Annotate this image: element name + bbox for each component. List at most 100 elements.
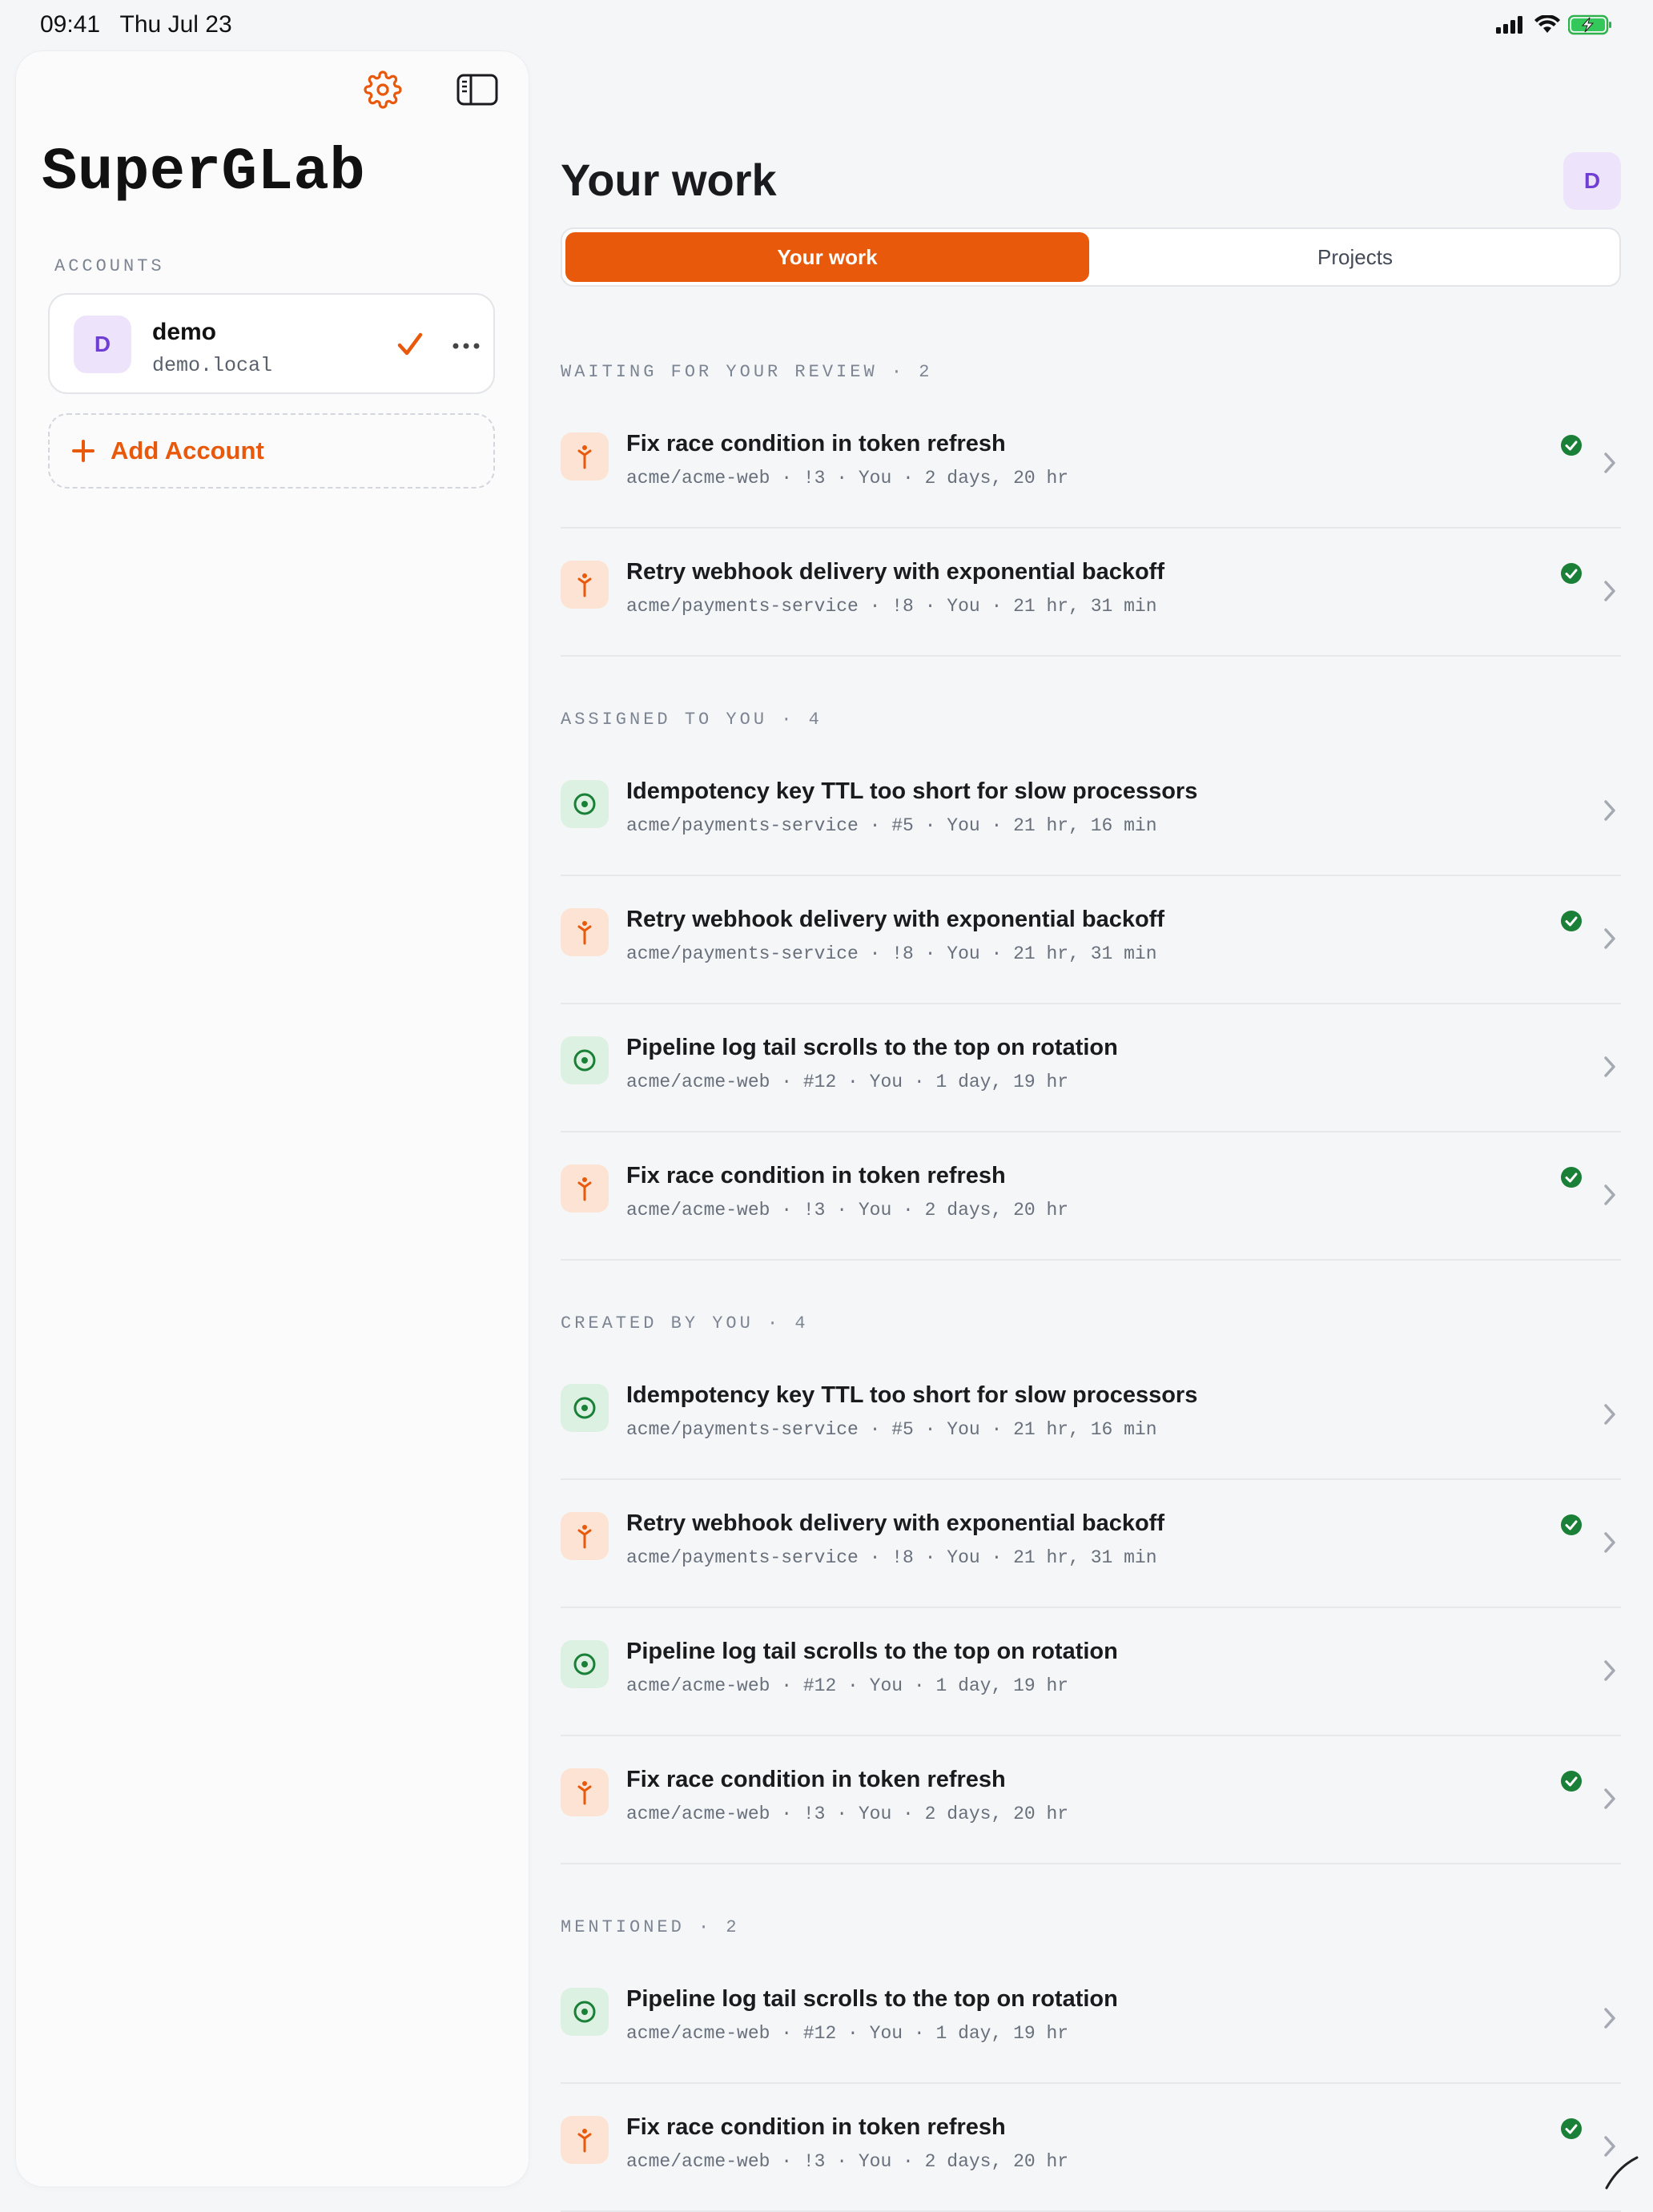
row-chevron [1602, 1658, 1618, 1683]
list-item[interactable]: Pipeline log tail scrolls to the top on … [561, 1004, 1621, 1132]
item-title: Retry webhook delivery with exponential … [626, 559, 1164, 585]
row-chevron [1602, 798, 1618, 823]
item-meta: acme/acme-web · !3 · You · 2 days, 20 hr [626, 468, 1069, 489]
item-title: Fix race condition in token refresh [626, 1767, 1006, 1792]
pipeline-passed-icon [1561, 1771, 1582, 1792]
list-item[interactable]: Retry webhook delivery with exponential … [561, 1480, 1621, 1608]
list-item[interactable]: Retry webhook delivery with exponential … [561, 529, 1621, 657]
pipeline-passed-icon [1561, 1167, 1582, 1188]
item-meta: acme/payments-service · !8 · You · 21 hr… [626, 1547, 1157, 1568]
status-bar: 09:41 Thu Jul 23 [0, 0, 1653, 50]
row-chevron [1602, 926, 1618, 951]
account-host: demo.local [152, 354, 273, 377]
list-item[interactable]: Pipeline log tail scrolls to the top on … [561, 1956, 1621, 2084]
row-chevron [1602, 1182, 1618, 1208]
battery-charging-icon [1568, 14, 1611, 35]
chevron-right-icon [1604, 928, 1615, 949]
issue-badge [561, 780, 609, 828]
chevron-right-icon [1604, 1056, 1615, 1077]
status-date: Thu Jul 23 [119, 11, 232, 38]
row-chevron [1602, 2005, 1618, 2031]
chevron-right-icon [1604, 1532, 1615, 1553]
sidebar-toggle-icon [456, 74, 498, 106]
pipeline-passed-icon [1561, 563, 1582, 584]
item-meta: acme/payments-service · #5 · You · 21 hr… [626, 1419, 1157, 1440]
list-item[interactable]: Idempotency key TTL too short for slow p… [561, 1352, 1621, 1480]
chevron-right-icon [1604, 800, 1615, 821]
corner-grabber-icon [1605, 2156, 1639, 2190]
chevron-right-icon [1604, 1788, 1615, 1809]
settings-button[interactable] [359, 66, 407, 114]
merge-request-icon [577, 1781, 592, 1805]
item-meta: acme/acme-web · #12 · You · 1 day, 19 hr [626, 1072, 1069, 1092]
merge-request-badge [561, 1768, 609, 1816]
row-chevron [1602, 1402, 1618, 1427]
add-account-label: Add Account [111, 436, 264, 465]
segment-your-work[interactable]: Your work [565, 232, 1089, 282]
chevron-right-icon [1604, 2008, 1615, 2029]
list-item[interactable]: Retry webhook delivery with exponential … [561, 876, 1621, 1004]
issue-open-icon [573, 2001, 596, 2023]
list-item[interactable]: Fix race condition in token refresh acme/… [561, 1736, 1621, 1864]
account-card[interactable]: D demo demo.local [48, 293, 495, 394]
status-time-date: 09:41 Thu Jul 23 [40, 11, 232, 38]
pipeline-status [1560, 1166, 1583, 1188]
cellular-signal-icon [1496, 16, 1522, 34]
item-title: Pipeline log tail scrolls to the top on … [626, 1639, 1118, 1664]
chevron-right-icon [1604, 1660, 1615, 1681]
ellipsis-icon [452, 343, 480, 349]
item-title: Idempotency key TTL too short for slow p… [626, 1382, 1198, 1408]
item-meta: acme/acme-web · !3 · You · 2 days, 20 hr [626, 1200, 1069, 1221]
chevron-right-icon [1604, 1184, 1615, 1205]
pipeline-status [1560, 910, 1583, 932]
merge-request-icon [577, 1177, 592, 1201]
status-time: 09:41 [40, 11, 101, 38]
account-name: demo [152, 319, 217, 345]
item-title: Fix race condition in token refresh [626, 1163, 1006, 1188]
merge-request-icon [577, 2129, 592, 2153]
segment-projects[interactable]: Projects [1092, 232, 1618, 282]
issue-open-icon [573, 1653, 596, 1675]
merge-request-badge [561, 2116, 609, 2164]
row-chevron [1602, 1054, 1618, 1080]
item-title: Fix race condition in token refresh [626, 431, 1006, 456]
item-meta: acme/payments-service · !8 · You · 21 hr… [626, 596, 1157, 617]
user-avatar[interactable]: D [1563, 152, 1621, 210]
item-meta: acme/payments-service · !8 · You · 21 hr… [626, 943, 1157, 964]
merge-request-icon [577, 1525, 592, 1549]
list-item[interactable]: Idempotency key TTL too short for slow p… [561, 748, 1621, 876]
pipeline-status [1560, 2117, 1583, 2140]
row-chevron [1602, 1786, 1618, 1812]
issue-badge [561, 1988, 609, 2036]
item-meta: acme/acme-web · !3 · You · 2 days, 20 hr [626, 2151, 1069, 2172]
page-title: Your work [561, 155, 777, 205]
merge-request-icon [577, 573, 592, 597]
issue-badge [561, 1640, 609, 1688]
add-account-button[interactable]: Add Account [48, 413, 495, 489]
gear-icon [364, 70, 402, 109]
list-item[interactable]: Fix race condition in token refresh acme/… [561, 1132, 1621, 1261]
chevron-right-icon [1604, 452, 1615, 473]
checkmark-icon [397, 332, 423, 356]
merge-request-badge [561, 1512, 609, 1560]
item-title: Fix race condition in token refresh [626, 2114, 1006, 2140]
chevron-right-icon [1604, 581, 1615, 601]
item-title: Retry webhook delivery with exponential … [626, 907, 1164, 932]
merge-request-badge [561, 432, 609, 481]
list-item[interactable]: Fix race condition in token refresh acme/… [561, 2084, 1621, 2212]
merge-request-badge [561, 1164, 609, 1213]
item-meta: acme/acme-web · #12 · You · 1 day, 19 hr [626, 1675, 1069, 1696]
row-chevron [1602, 578, 1618, 604]
app-title: SuperGLab [42, 139, 366, 207]
section-header: ASSIGNED TO YOU · 4 [561, 710, 822, 730]
pipeline-passed-icon [1561, 1514, 1582, 1535]
plus-icon [72, 440, 95, 462]
sidebar-toggle-button[interactable] [453, 66, 501, 114]
list-item[interactable]: Pipeline log tail scrolls to the top on … [561, 1608, 1621, 1736]
item-title: Pipeline log tail scrolls to the top on … [626, 1035, 1118, 1060]
account-more-button[interactable] [450, 330, 482, 362]
issue-badge [561, 1384, 609, 1432]
pipeline-passed-icon [1561, 2118, 1582, 2139]
list-item[interactable]: Fix race condition in token refresh acme/… [561, 400, 1621, 529]
issue-open-icon [573, 793, 596, 815]
